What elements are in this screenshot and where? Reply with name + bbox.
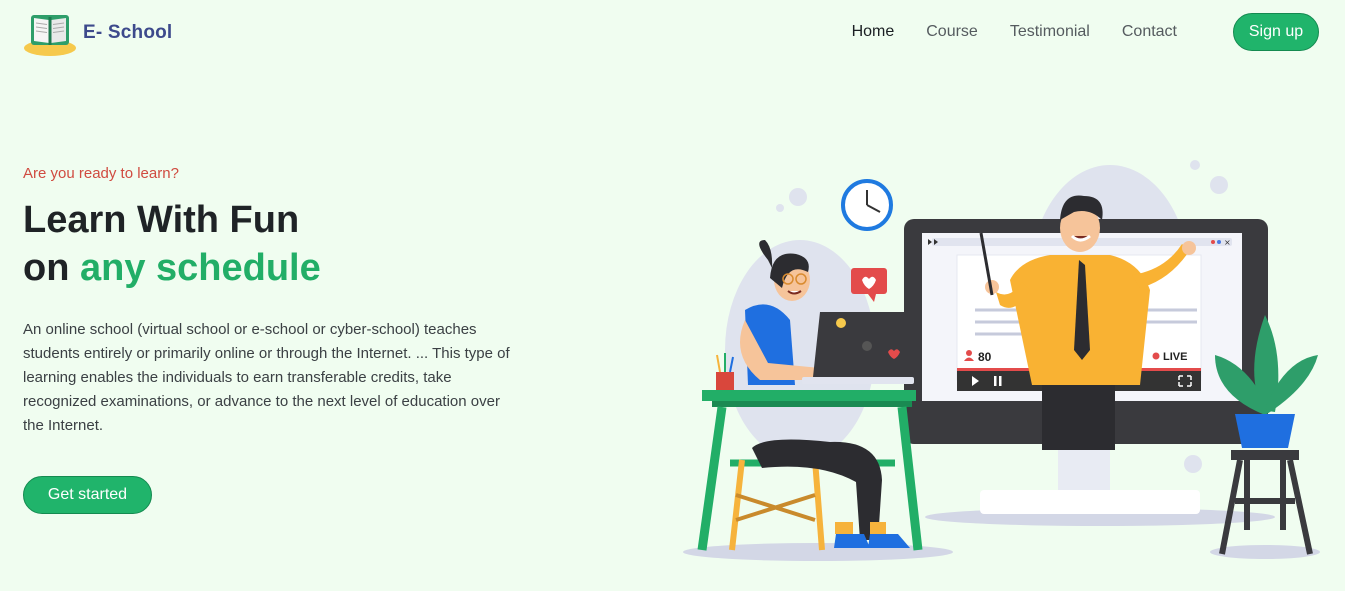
live-dot — [1152, 352, 1160, 360]
nav-item-testimonial[interactable]: Testimonial — [1010, 13, 1090, 51]
open-book-icon — [24, 15, 76, 56]
online-learning-illustration: × 80 LIVE — [683, 160, 1320, 561]
viewers-count: 80 — [978, 350, 992, 364]
pause-icon — [994, 376, 997, 386]
brand-name: E- School — [83, 22, 173, 43]
clock-icon — [841, 179, 893, 231]
smiley-sticker-icon — [836, 318, 846, 328]
get-started-button[interactable]: Get started — [23, 476, 152, 514]
headline-accent: any schedule — [79, 247, 321, 289]
bg-dot — [1190, 160, 1200, 170]
headline-line-1: Learn With Fun — [23, 199, 300, 241]
headline-line-2-prefix: on — [23, 247, 80, 289]
hero-description: An online school (virtual school or e-sc… — [23, 321, 510, 434]
nav-item-course[interactable]: Course — [926, 13, 978, 51]
bg-dot — [1210, 176, 1228, 194]
bg-dot — [789, 188, 807, 206]
live-label: LIVE — [1163, 351, 1187, 363]
hero-eyebrow: Are you ready to learn? — [23, 165, 179, 182]
top-navbar: E- School Home Course Testimonial Contac… — [0, 0, 1345, 70]
hero-headline: Learn With Fun on any schedule — [23, 196, 523, 292]
brand-logo[interactable]: E- School — [23, 9, 172, 57]
bg-dot — [1184, 455, 1202, 473]
hero-section: Are you ready to learn? Learn With Fun o… — [23, 165, 523, 438]
nav-links: Home Course Testimonial Contact Sign up — [852, 13, 1319, 51]
bg-dot — [776, 204, 784, 212]
signup-button[interactable]: Sign up — [1233, 13, 1319, 51]
nav-item-contact[interactable]: Contact — [1122, 13, 1177, 51]
chair — [729, 459, 825, 551]
floor-shadow — [1210, 545, 1320, 559]
svg-text:×: × — [1224, 238, 1231, 247]
nav-item-home[interactable]: Home — [852, 13, 895, 51]
floor-shadow — [683, 543, 953, 561]
